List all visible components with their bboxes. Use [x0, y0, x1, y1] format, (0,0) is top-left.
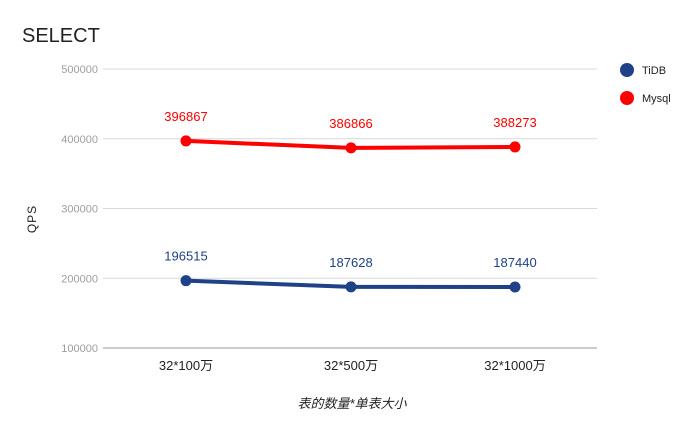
- y-tick-label: 400000: [61, 134, 98, 146]
- legend-label: Mysql: [642, 93, 671, 105]
- data-label-tidb: 187440: [493, 255, 536, 270]
- data-point-mysql: [509, 141, 521, 153]
- legend: TiDB Mysql: [620, 63, 671, 105]
- y-axis-label: QPS: [25, 205, 39, 233]
- data-point-mysql: [345, 142, 357, 154]
- x-axis-label: 表的数量*单表大小: [297, 396, 407, 411]
- y-axis-ticks: 100000 200000 300000 400000 500000: [61, 64, 98, 355]
- legend-marker: [620, 91, 634, 105]
- legend-marker: [620, 63, 634, 77]
- data-point-mysql: [180, 135, 192, 147]
- data-point-tidb: [509, 281, 521, 293]
- data-label-tidb: 196515: [164, 249, 207, 264]
- data-point-tidb: [345, 281, 357, 293]
- legend-label: TiDB: [642, 65, 666, 77]
- data-point-tidb: [180, 275, 192, 287]
- x-tick-label: 32*500万: [324, 358, 378, 373]
- data-label-mysql: 386866: [329, 116, 372, 131]
- series-group: 196515 187628 187440 396867 386866 388273: [164, 109, 537, 293]
- x-axis-ticks: 32*100万 32*500万 32*1000万: [159, 358, 546, 373]
- y-tick-label: 200000: [61, 273, 98, 285]
- chart-title: SELECT: [22, 25, 100, 47]
- x-tick-label: 32*100万: [159, 358, 213, 373]
- y-tick-label: 500000: [61, 64, 98, 76]
- y-tick-label: 100000: [61, 343, 98, 355]
- data-label-tidb: 187628: [329, 255, 372, 270]
- x-tick-label: 32*1000万: [484, 358, 545, 373]
- data-label-mysql: 388273: [493, 115, 536, 130]
- data-label-mysql: 396867: [164, 109, 207, 124]
- chart: SELECT 100000 200000 300000 400000 500000 32…: [22, 25, 671, 411]
- y-tick-label: 300000: [61, 204, 98, 216]
